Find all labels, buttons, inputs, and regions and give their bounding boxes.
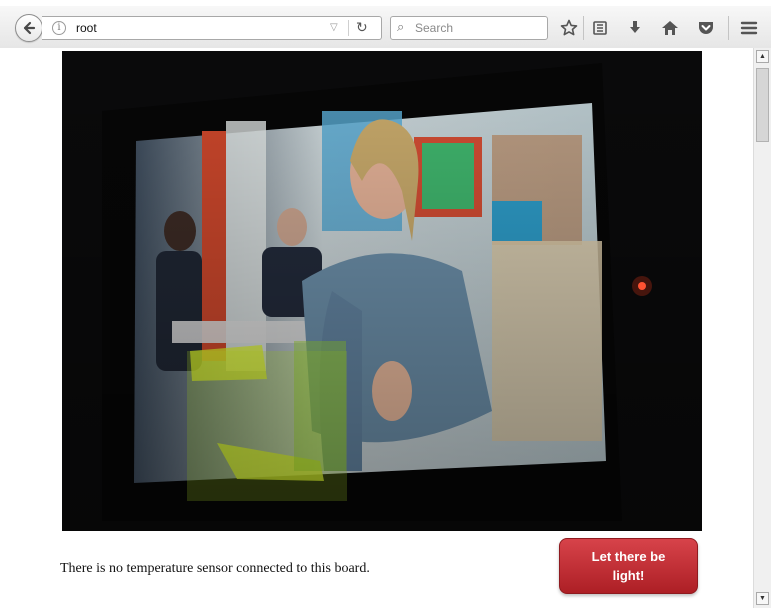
downloads-icon[interactable] — [623, 15, 647, 41]
scrollbar-thumb[interactable] — [756, 68, 769, 142]
scroll-up-arrow-icon[interactable]: ▲ — [756, 50, 769, 63]
bookmark-star-icon[interactable] — [557, 15, 581, 41]
toolbar-separator — [583, 16, 584, 40]
title-strip — [0, 0, 771, 6]
url-dropdown-icon[interactable]: ▽ — [330, 22, 338, 33]
webcam-stream — [62, 51, 702, 531]
address-bar[interactable]: i root ▽ ↻ — [42, 16, 382, 40]
webcam-image — [62, 51, 702, 531]
search-icon: ⌕ — [397, 19, 405, 34]
back-arrow-icon — [23, 21, 36, 35]
toolbar-separator — [728, 16, 729, 40]
hamburger-menu-icon[interactable] — [737, 15, 761, 41]
pocket-icon[interactable] — [694, 15, 718, 41]
home-icon[interactable] — [658, 15, 682, 41]
browser-toolbar: i root ▽ ↻ ⌕ Search — [0, 0, 771, 49]
site-info-icon[interactable]: i — [52, 21, 66, 35]
search-bar[interactable]: ⌕ Search — [390, 16, 548, 40]
bookmarks-menu-icon[interactable] — [588, 15, 612, 41]
let-there-be-light-button[interactable]: Let there be light! — [559, 538, 698, 594]
url-text[interactable]: root — [76, 21, 97, 35]
back-button[interactable] — [15, 14, 43, 42]
url-separator — [348, 20, 349, 36]
search-placeholder[interactable]: Search — [415, 21, 453, 35]
sensor-status-text: There is no temperature sensor connected… — [60, 561, 370, 576]
vertical-scrollbar[interactable]: ▲ ▼ — [753, 48, 771, 608]
reload-icon[interactable]: ↻ — [356, 19, 368, 36]
page-content: There is no temperature sensor connected… — [0, 48, 753, 608]
scroll-down-arrow-icon[interactable]: ▼ — [756, 592, 769, 605]
